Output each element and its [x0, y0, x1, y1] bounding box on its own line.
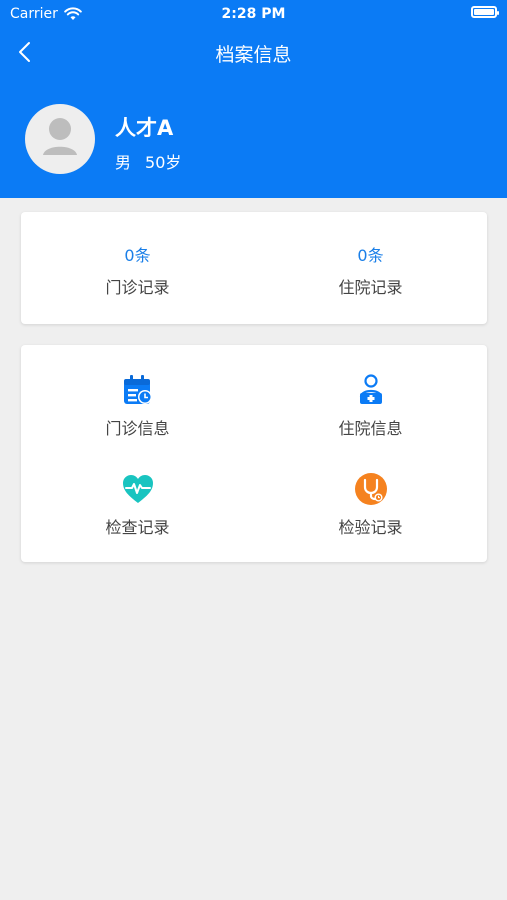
menu-label: 检查记录: [105, 518, 170, 537]
menu-outpatient-info[interactable]: 门诊信息: [21, 373, 254, 463]
profile-section: 人才A 男 50岁: [25, 104, 485, 174]
page-title: 档案信息: [215, 44, 292, 66]
avatar: [25, 104, 95, 174]
person-icon: [43, 118, 77, 155]
menu-label: 检验记录: [338, 518, 403, 537]
stat-value: 0条: [124, 246, 151, 265]
profile-age: 50岁: [145, 153, 182, 172]
menu-lab-test-records[interactable]: 检验记录: [254, 472, 487, 562]
menu-card: 门诊信息 住院信息 检查记录 检验记录: [21, 345, 487, 562]
stat-label: 住院记录: [338, 278, 403, 297]
stat-value: 0条: [357, 246, 384, 265]
calendar-clock-icon: [124, 375, 152, 404]
inpatient-icon: [359, 374, 383, 404]
menu-inpatient-info[interactable]: 住院信息: [254, 373, 487, 463]
nav-bar: 档案信息: [0, 28, 507, 76]
stethoscope-icon: [355, 473, 387, 505]
menu-label: 住院信息: [338, 419, 403, 438]
stat-label: 门诊记录: [105, 278, 170, 297]
battery-icon: [471, 6, 499, 18]
records-summary-card: 0条 门诊记录 0条 住院记录: [21, 212, 487, 324]
header: Carrier 2:28 PM 档案信息 人才A 男 50岁: [0, 0, 507, 198]
profile-meta: 男 50岁: [115, 149, 181, 173]
status-time: 2:28 PM: [221, 6, 286, 22]
menu-examination-records[interactable]: 检查记录: [21, 472, 254, 562]
menu-label: 门诊信息: [105, 419, 170, 438]
profile-gender: 男: [115, 153, 132, 172]
heartbeat-icon: [123, 475, 153, 503]
profile-name: 人才A: [115, 116, 174, 140]
outpatient-records-stat[interactable]: 0条 门诊记录: [21, 212, 254, 324]
status-bar: Carrier 2:28 PM: [0, 0, 507, 28]
inpatient-records-stat[interactable]: 0条 住院记录: [254, 212, 487, 324]
